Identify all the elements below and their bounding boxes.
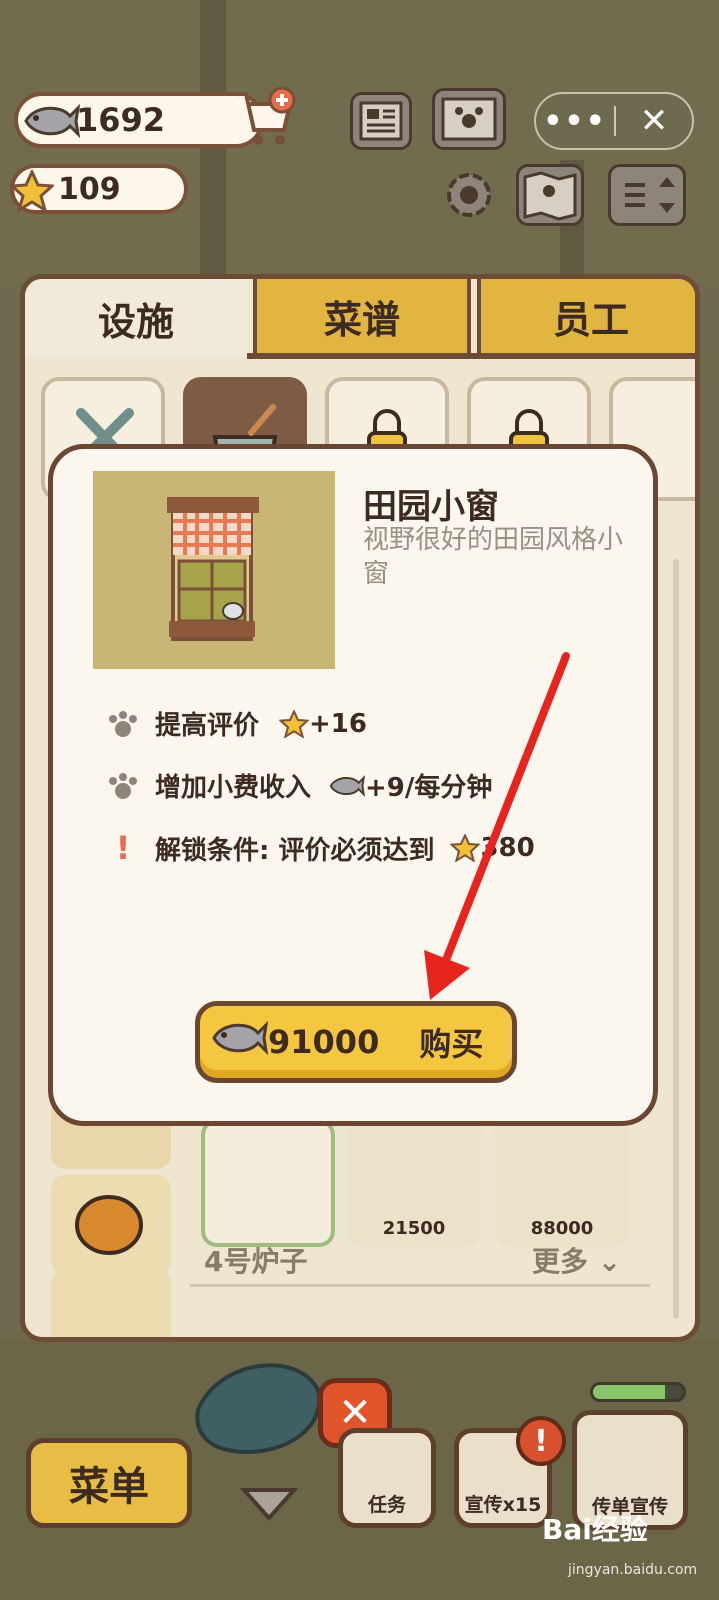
progress-bar	[590, 1382, 686, 1402]
fish-decoration	[195, 1363, 322, 1454]
task-button[interactable]: 任务	[338, 1428, 436, 1528]
annotation-arrow	[424, 652, 570, 1000]
promotion-label: 宣传x15	[464, 1494, 542, 1516]
alert-badge: !	[516, 1416, 566, 1466]
triangle-down-icon[interactable]	[240, 1484, 298, 1524]
watermark-logo: Bai经验	[542, 1513, 648, 1546]
watermark-url: jingyan.baidu.com	[568, 1562, 698, 1578]
progress-fill	[593, 1385, 665, 1399]
menu-button[interactable]: 菜单	[26, 1438, 192, 1528]
task-label: 任务	[367, 1494, 406, 1516]
